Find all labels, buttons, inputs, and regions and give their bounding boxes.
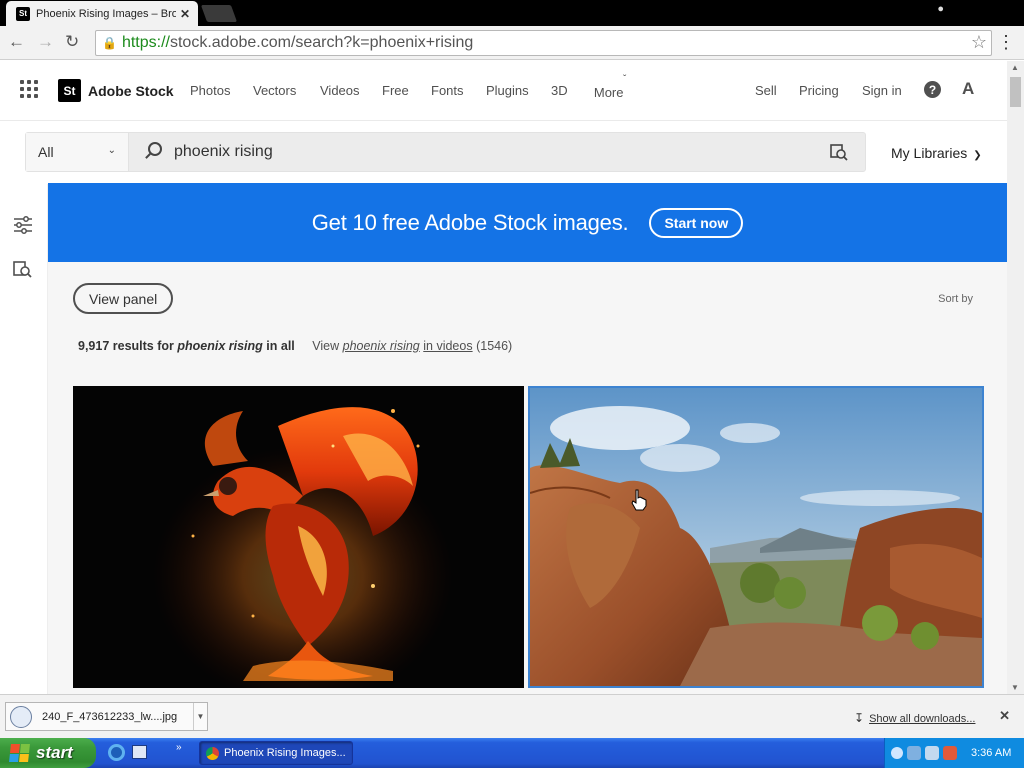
show-desktop-icon[interactable]	[132, 745, 147, 759]
forward-arrow-icon[interactable]: →	[37, 32, 54, 52]
search-bar: All ⌄	[25, 132, 866, 172]
promo-text: Get 10 free Adobe Stock images.	[311, 209, 629, 235]
nav-3d[interactable]: 3D	[551, 83, 568, 98]
adobe-logo-icon[interactable]: A	[962, 79, 974, 99]
nav-more[interactable]: ˇ More	[591, 74, 627, 101]
brand-name: Adobe Stock	[88, 82, 174, 99]
scroll-down-icon[interactable]: ▼	[1011, 683, 1019, 692]
nav-sell[interactable]: Sell	[755, 83, 777, 98]
promo-banner: Get 10 free Adobe Stock images. Start no…	[48, 183, 1007, 262]
results-area: View panel Sort by 9,917 results for pho…	[48, 262, 1007, 694]
download-shelf: 240_F_473612233_lw....jpg ▼ ↧ Show all do…	[0, 694, 1024, 738]
page-viewport: St Adobe Stock Photos Vectors Videos Fre…	[0, 61, 1007, 694]
adobe-stock-favicon-icon: St	[16, 6, 30, 21]
browser-tab-strip: St Phoenix Rising Images – Bro ✕ ●	[0, 0, 1024, 26]
chrome-icon	[206, 746, 219, 760]
visual-search-icon[interactable]	[13, 261, 33, 279]
site-header: St Adobe Stock Photos Vectors Videos Fre…	[0, 61, 1007, 120]
filters-icon[interactable]	[13, 216, 33, 234]
visual-search-icon[interactable]	[830, 143, 848, 161]
nav-vectors[interactable]: Vectors	[253, 83, 296, 98]
browser-tab-active[interactable]: St Phoenix Rising Images – Bro ✕	[6, 1, 198, 26]
download-arrow-icon: ↧	[854, 711, 865, 725]
page-scrollbar[interactable]: ▲ ▼	[1007, 61, 1024, 694]
result-thumbnail-phoenix[interactable]	[73, 386, 524, 688]
start-now-button[interactable]: Start now	[649, 207, 744, 238]
result-thumbnail-desert[interactable]	[528, 386, 984, 688]
nav-photos[interactable]: Photos	[190, 83, 230, 98]
system-tray: 3:36 AM	[884, 738, 1024, 768]
results-summary: 9,917 results for phoenix rising in all …	[78, 339, 512, 353]
my-libraries-label: My Libraries	[891, 145, 968, 161]
taskbar-item-label: Phoenix Rising Images...	[224, 747, 346, 759]
download-file-name: 240_F_473612233_lw....jpg	[42, 710, 178, 723]
close-download-shelf-icon[interactable]: ✕	[999, 708, 1010, 724]
internet-explorer-icon[interactable]	[108, 744, 125, 761]
my-libraries-dropdown[interactable]: My Libraries ❯	[891, 145, 982, 161]
left-rail	[0, 184, 48, 694]
lock-icon: 🔒	[102, 36, 117, 50]
asset-type-value: All	[38, 144, 54, 160]
tray-expand-icon[interactable]	[891, 747, 903, 759]
brand-logo-link[interactable]: St Adobe Stock	[58, 79, 174, 102]
start-label: start	[36, 743, 73, 762]
image-file-icon	[10, 705, 32, 728]
nav-sign-in[interactable]: Sign in	[862, 83, 902, 98]
chevron-down-icon: ˇ	[623, 74, 627, 85]
chevron-down-icon: ❯	[973, 150, 982, 161]
clock: 3:36 AM	[971, 747, 1012, 759]
nav-free[interactable]: Free	[382, 83, 409, 98]
download-options-chevron-icon[interactable]: ▼	[193, 703, 207, 730]
url-path: stock.adobe.com/search?k=phoenix+rising	[169, 34, 474, 51]
browser-toolbar: ← → ↻ 🔒 https:// stock.adobe.com/search?…	[0, 26, 1024, 60]
nav-fonts[interactable]: Fonts	[431, 83, 464, 98]
profile-icon[interactable]: ●	[937, 3, 944, 15]
browser-menu-icon[interactable]: ⋮	[997, 32, 1015, 53]
taskbar-item-chrome[interactable]: Phoenix Rising Images...	[199, 741, 353, 765]
nav-plugins[interactable]: Plugins	[486, 83, 529, 98]
view-panel-button[interactable]: View panel	[73, 283, 174, 314]
asset-type-select[interactable]: All ⌄	[26, 133, 129, 171]
network-icon[interactable]	[907, 746, 921, 760]
adobe-stock-logo-icon: St	[58, 79, 81, 102]
sort-by-dropdown[interactable]: Sort by	[938, 293, 973, 305]
search-input[interactable]	[174, 133, 774, 171]
address-bar[interactable]: 🔒 https:// stock.adobe.com/search?k=phoe…	[95, 30, 992, 56]
bookmark-star-icon[interactable]: ☆	[971, 32, 987, 53]
nav-videos[interactable]: Videos	[320, 83, 360, 98]
phoenix-image	[73, 386, 524, 688]
quick-launch-more-icon[interactable]: »	[176, 742, 182, 753]
reload-icon[interactable]: ↻	[65, 32, 79, 52]
search-row: All ⌄ My Libraries ❯	[0, 120, 1007, 184]
nav-more-label: More	[593, 85, 624, 100]
hand-cursor-icon	[631, 489, 647, 511]
back-arrow-icon[interactable]: ←	[8, 32, 25, 52]
search-icon	[148, 142, 162, 156]
tab-title: Phoenix Rising Images – Bro	[36, 7, 176, 20]
url-scheme: https://	[121, 34, 170, 51]
view-in-videos-link[interactable]: View phoenix rising in videos (1546)	[312, 339, 512, 353]
help-icon[interactable]: ?	[924, 81, 941, 98]
chevron-down-icon: ⌄	[107, 145, 116, 156]
desert-landscape-image	[530, 388, 982, 686]
start-button[interactable]: start	[0, 738, 96, 768]
windows-taskbar: start » Phoenix Rising Images... 3:36 AM	[0, 738, 1024, 768]
display-icon[interactable]	[925, 746, 939, 760]
results-count: 9,917 results for phoenix rising in all	[78, 339, 295, 353]
app-switcher-icon[interactable]	[20, 80, 38, 98]
download-item[interactable]: 240_F_473612233_lw....jpg ▼	[5, 702, 208, 731]
show-all-downloads-link[interactable]: ↧ Show all downloads...	[854, 711, 975, 725]
close-tab-icon[interactable]: ✕	[180, 7, 190, 21]
security-shield-icon[interactable]	[943, 746, 957, 760]
nav-pricing[interactable]: Pricing	[799, 83, 839, 98]
scroll-up-icon[interactable]: ▲	[1011, 63, 1019, 72]
new-tab-button[interactable]	[200, 5, 238, 22]
scrollbar-thumb[interactable]	[1010, 77, 1021, 107]
windows-flag-icon	[9, 744, 31, 762]
